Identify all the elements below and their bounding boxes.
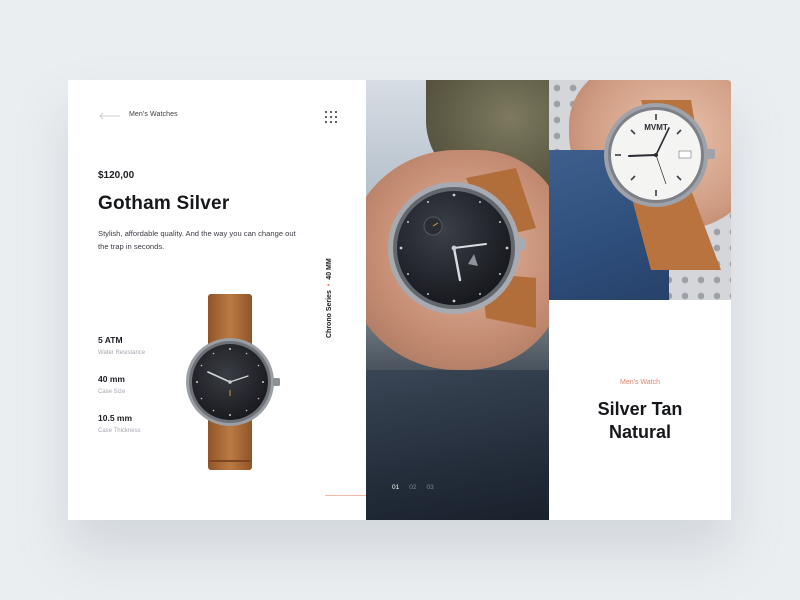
grid-menu-icon[interactable] <box>325 111 337 123</box>
spec-label: Case Thickness <box>98 428 141 434</box>
series-name: Chrono Series <box>326 290 333 338</box>
product-description: Stylish, affordable quality. And the way… <box>98 229 296 251</box>
featured-title-line2: Natural <box>608 422 671 442</box>
breadcrumb[interactable]: Men's Watches <box>129 111 178 118</box>
product-watch-image <box>186 294 280 470</box>
series-size: 40 MM <box>326 258 333 280</box>
pager-item-01[interactable]: 01 <box>392 484 399 491</box>
pager: 01 02 03 <box>392 484 434 491</box>
wrist-watch-image <box>388 168 536 328</box>
product-details-panel: Men's Watches $120,00 Gotham Silver Styl… <box>68 80 366 520</box>
featured-category: Men's Watch <box>620 379 660 386</box>
featured-title-line1: Silver Tan <box>597 399 683 419</box>
spec-label: Case Size <box>98 389 126 395</box>
spec-value: 40 mm <box>98 374 125 384</box>
spec-water-resistance: 5 ATM Water Resistance <box>98 335 145 356</box>
white-watch-image: MVMT <box>604 100 721 270</box>
pager-item-03[interactable]: 03 <box>426 484 433 491</box>
series-label: Chrono Series • 40 MM <box>326 258 333 338</box>
jeans-background <box>366 370 549 520</box>
spec-label: Water Resistance <box>98 350 146 356</box>
arrow-left-icon[interactable] <box>98 111 120 121</box>
featured-title[interactable]: Silver Tan Natural <box>549 398 731 444</box>
product-card: Men's Watches $120,00 Gotham Silver Styl… <box>68 80 731 520</box>
pager-item-02[interactable]: 02 <box>409 484 416 491</box>
product-price: $120,00 <box>98 170 135 181</box>
featured-info: Men's Watch Silver Tan Natural <box>549 300 731 520</box>
slide-progress-line <box>325 495 366 496</box>
spec-case-thickness: 10.5 mm Case Thickness <box>98 413 141 434</box>
product-title: Gotham Silver <box>98 193 230 214</box>
spec-value: 10.5 mm <box>98 413 133 423</box>
spec-case-size: 40 mm Case Size <box>98 374 125 395</box>
series-separator: • <box>326 283 333 287</box>
spec-value: 5 ATM <box>98 335 123 345</box>
dial-brand: MVMT <box>644 123 668 132</box>
lifestyle-photo: 01 02 03 <box>366 80 549 520</box>
featured-photo: MVMT <box>549 80 731 300</box>
